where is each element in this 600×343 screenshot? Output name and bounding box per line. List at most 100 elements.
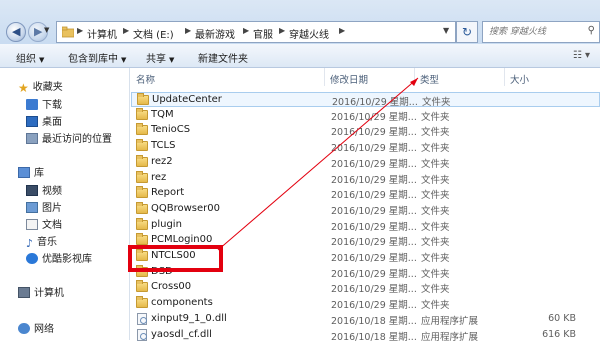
breadcrumb-separator-icon[interactable]: ▶: [123, 26, 129, 35]
breadcrumb-drive-e[interactable]: 文档 (E:): [133, 26, 174, 41]
file-name: TCLS: [151, 140, 176, 152]
nav-favorites[interactable]: ★ 收藏夹: [18, 78, 63, 95]
file-type: 文件夹: [421, 221, 450, 233]
navigation-pane: ★ 收藏夹 下载 桌面 最近访问的位置 库 视频 图片 文档 ♪ 音乐 优酷影视库 …: [0, 68, 130, 340]
folder-icon: [136, 233, 148, 246]
file-date: 2016/10/29 星期...: [331, 221, 417, 233]
star-icon: ★: [18, 81, 29, 95]
nav-video[interactable]: 视频: [26, 182, 62, 197]
file-type: 文件夹: [421, 205, 450, 217]
file-row[interactable]: QQBrowser00 2016/10/29 星期... 文件夹: [131, 201, 600, 217]
command-bar: 组织 ▼ 包含到库中 ▼ 共享 ▼ 新建文件夹 ☷ ▾: [0, 44, 600, 68]
breadcrumb-computer[interactable]: 计算机: [87, 26, 117, 41]
column-header-name[interactable]: 名称: [136, 72, 155, 86]
file-type: 应用程序扩展: [421, 331, 479, 343]
file-row[interactable]: plugin 2016/10/29 星期... 文件夹: [131, 217, 600, 233]
file-name: plugin: [151, 218, 182, 230]
file-row[interactable]: yaosdl_cf.dll 2016/10/18 星期... 应用程序扩展 616 K…: [131, 328, 600, 343]
file-name: UpdateCenter: [152, 94, 222, 105]
file-name: rez: [151, 171, 167, 183]
include-in-library-button[interactable]: 包含到库中 ▼: [68, 50, 126, 65]
folder-icon: [136, 186, 148, 199]
nav-recent-places[interactable]: 最近访问的位置: [26, 130, 112, 145]
library-icon: [18, 167, 30, 178]
column-divider[interactable]: [504, 68, 505, 86]
file-name: Cross00: [151, 281, 192, 293]
file-type: 文件夹: [421, 253, 450, 264]
nav-recent-label: 最近访问的位置: [42, 134, 112, 145]
file-size: 616 KB: [542, 328, 576, 340]
refresh-icon: ↻: [461, 25, 473, 39]
nav-computer-label: 计算机: [34, 288, 64, 299]
view-options-icon[interactable]: ☷ ▾: [573, 50, 590, 61]
nav-video-label: 视频: [42, 186, 62, 197]
file-row[interactable]: rez 2016/10/29 星期... 文件夹: [131, 170, 600, 186]
breadcrumb-separator-icon[interactable]: ▶: [243, 26, 249, 35]
nav-pictures[interactable]: 图片: [26, 199, 62, 214]
file-row[interactable]: components 2016/10/29 星期... 文件夹: [131, 296, 600, 311]
nav-youku-library[interactable]: 优酷影视库: [26, 250, 92, 265]
file-date: 2016/10/29 星期...: [331, 111, 417, 123]
forward-arrow-icon: ▶: [34, 25, 43, 38]
breadcrumb-separator-icon[interactable]: ▶: [339, 26, 345, 35]
refresh-button[interactable]: ↻: [456, 21, 478, 43]
column-header-type[interactable]: 类型: [420, 72, 439, 86]
column-header-date[interactable]: 修改日期: [330, 72, 368, 86]
column-divider[interactable]: [324, 68, 325, 86]
file-type: 文件夹: [421, 190, 450, 202]
music-icon: ♪: [26, 237, 34, 250]
nav-documents[interactable]: 文档: [26, 216, 62, 231]
search-box[interactable]: ⚲: [482, 21, 600, 43]
folder-icon: [136, 123, 148, 136]
file-type: 文件夹: [421, 237, 450, 249]
address-history-dropdown-icon[interactable]: ▼: [443, 26, 449, 35]
back-arrow-icon: ◀: [12, 25, 21, 38]
file-row[interactable]: Cross00 2016/10/29 星期... 文件夹: [131, 280, 600, 295]
file-row[interactable]: UpdateCenter 2016/10/29 星期... 文件夹: [131, 92, 600, 108]
folder-icon: [136, 217, 148, 230]
nav-libraries[interactable]: 库: [18, 164, 44, 179]
file-row[interactable]: Report 2016/10/29 星期... 文件夹: [131, 186, 600, 201]
breadcrumb-latest-games[interactable]: 最新游戏: [195, 26, 235, 41]
nav-music[interactable]: ♪ 音乐: [26, 233, 57, 250]
file-size: 60 KB: [548, 312, 576, 324]
address-field[interactable]: ▶ 计算机 ▶ 文档 (E:) ▶ 最新游戏 ▶ 官服 ▶ 穿越火线 ▶ ▼: [56, 21, 456, 43]
folder-icon: [136, 139, 148, 152]
column-divider[interactable]: [414, 68, 415, 86]
breadcrumb-separator-icon[interactable]: ▶: [279, 26, 285, 35]
search-icon[interactable]: ⚲: [588, 25, 595, 36]
nav-download[interactable]: 下载: [26, 96, 62, 111]
nav-favorites-label: 收藏夹: [32, 82, 63, 93]
search-input[interactable]: [483, 22, 583, 42]
nav-computer[interactable]: 计算机: [18, 284, 64, 299]
recent-pages-dropdown-icon[interactable]: ▼: [44, 26, 49, 34]
organize-label: 组织: [16, 54, 36, 65]
file-row[interactable]: TenioCS 2016/10/29 星期... 文件夹: [131, 123, 600, 138]
nav-desktop[interactable]: 桌面: [26, 113, 62, 128]
nav-youku-label: 优酷影视库: [42, 254, 92, 265]
folder-icon: [136, 280, 148, 293]
documents-icon: [26, 219, 38, 230]
file-row[interactable]: TQM 2016/10/29 星期... 文件夹: [131, 107, 600, 123]
file-type: 文件夹: [421, 143, 450, 155]
breadcrumb-crossfire[interactable]: 穿越火线: [289, 26, 329, 41]
breadcrumb-separator-icon[interactable]: ▶: [185, 26, 191, 35]
column-header-size[interactable]: 大小: [510, 72, 529, 86]
file-date: 2016/10/29 星期...: [331, 268, 417, 280]
youku-icon: [26, 253, 38, 264]
file-row[interactable]: xinput9_1_0.dll 2016/10/18 星期... 应用程序扩展 60 …: [131, 312, 600, 327]
nav-network[interactable]: 网络: [18, 320, 54, 335]
folder-icon: [136, 170, 148, 183]
file-name: Report: [151, 187, 185, 199]
file-row[interactable]: TCLS 2016/10/29 星期... 文件夹: [131, 139, 600, 154]
new-folder-button[interactable]: 新建文件夹: [198, 50, 248, 65]
nav-pictures-label: 图片: [42, 203, 62, 214]
breadcrumb-official[interactable]: 官服: [253, 26, 273, 41]
folder-icon: [136, 154, 148, 167]
share-button[interactable]: 共享 ▼: [146, 50, 174, 65]
file-type: 文件夹: [421, 284, 450, 296]
organize-button[interactable]: 组织 ▼: [16, 50, 44, 65]
back-button[interactable]: ◀: [6, 22, 26, 42]
file-row[interactable]: rez2 2016/10/29 星期... 文件夹: [131, 154, 600, 170]
file-type: 文件夹: [421, 300, 450, 312]
